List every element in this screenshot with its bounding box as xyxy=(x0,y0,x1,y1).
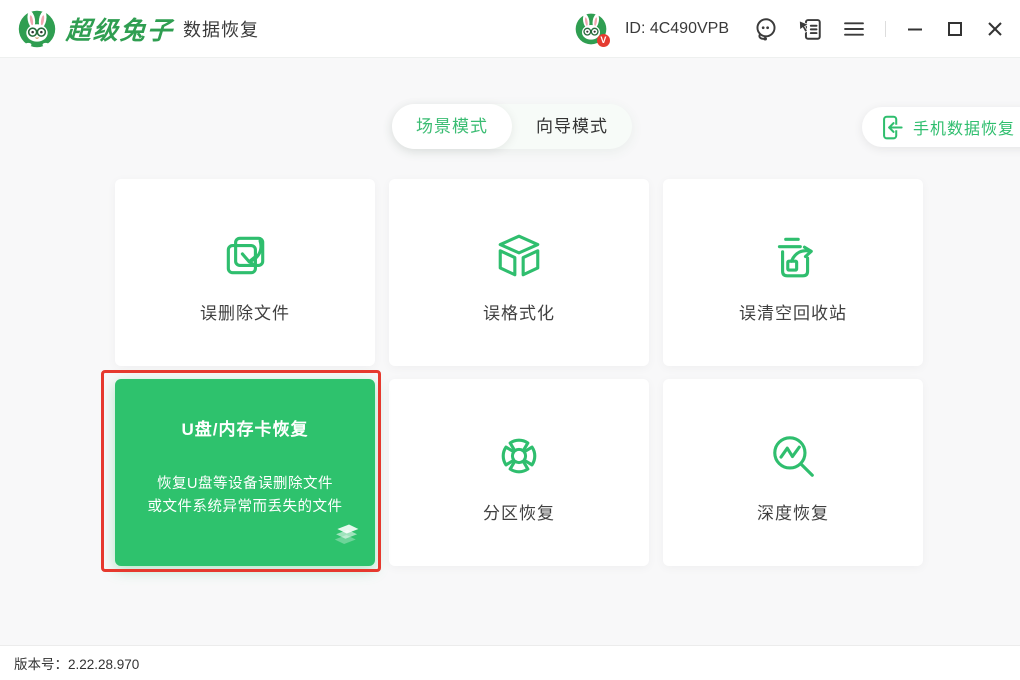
tab-wizard-mode[interactable]: 向导模式 xyxy=(512,104,632,149)
card-description: 恢复U盘等设备误删除文件 或文件系统异常而丢失的文件 xyxy=(148,473,343,519)
trash-restore-icon xyxy=(768,231,818,281)
phone-button-label: 手机数据恢复 xyxy=(913,115,1015,139)
card-label: 误删除文件 xyxy=(200,299,290,324)
user-id-text: ID: 4C490VPB xyxy=(625,20,729,38)
card-deep-recovery[interactable]: 深度恢复 xyxy=(663,379,923,566)
partition-icon xyxy=(494,431,544,481)
status-bar: 版本号：2.22.28.970 xyxy=(0,645,1020,680)
card-partition-recovery[interactable]: 分区恢复 xyxy=(389,379,649,566)
title-bar: 超级兔子 数据恢复 V ID: 4C490VPB xyxy=(0,0,1020,58)
card-formatted[interactable]: 误格式化 xyxy=(389,179,649,366)
maximize-button[interactable] xyxy=(944,18,966,40)
card-label: 误格式化 xyxy=(483,299,555,324)
restore-file-icon xyxy=(220,231,270,281)
card-recycle-bin[interactable]: 误清空回收站 xyxy=(663,179,923,366)
close-button[interactable] xyxy=(984,18,1006,40)
version-text: 版本号：2.22.28.970 xyxy=(14,653,139,673)
main-area: 场景模式 向导模式 手机数据恢复 误删除文件 xyxy=(0,58,1020,645)
tab-scene-mode[interactable]: 场景模式 xyxy=(392,104,512,149)
customer-service-icon[interactable] xyxy=(753,16,779,42)
brand-name: 超级兔子 xyxy=(65,11,175,47)
minimize-button[interactable] xyxy=(904,18,926,40)
card-usb-memory-recovery[interactable]: U盘/内存卡恢复 恢复U盘等设备误删除文件 或文件系统异常而丢失的文件 xyxy=(115,379,375,566)
card-title: U盘/内存卡恢复 xyxy=(182,415,309,440)
app-logo-rabbit-icon xyxy=(18,10,56,48)
phone-arrow-icon xyxy=(878,114,905,141)
vip-badge: V xyxy=(597,34,610,47)
user-avatar[interactable]: V xyxy=(575,13,607,45)
scene-card-grid: 误删除文件 误格式化 xyxy=(115,179,923,566)
format-cube-icon xyxy=(494,231,544,281)
layers-icon xyxy=(325,522,361,554)
card-description-line1: 恢复U盘等设备误删除文件 xyxy=(148,473,343,496)
card-label: 分区恢复 xyxy=(483,499,555,524)
card-label: 误清空回收站 xyxy=(739,299,847,324)
phone-data-recovery-button[interactable]: 手机数据恢复 xyxy=(862,107,1020,147)
product-name: 数据恢复 xyxy=(183,16,259,42)
titlebar-divider xyxy=(885,21,886,37)
card-description-line2: 或文件系统异常而丢失的文件 xyxy=(148,496,343,519)
mode-toggle: 场景模式 向导模式 xyxy=(392,104,632,149)
card-deleted-files[interactable]: 误删除文件 xyxy=(115,179,375,366)
card-label: 深度恢复 xyxy=(757,499,829,524)
menu-icon[interactable] xyxy=(841,16,867,42)
feedback-icon[interactable] xyxy=(797,16,823,42)
deep-scan-icon xyxy=(768,431,818,481)
